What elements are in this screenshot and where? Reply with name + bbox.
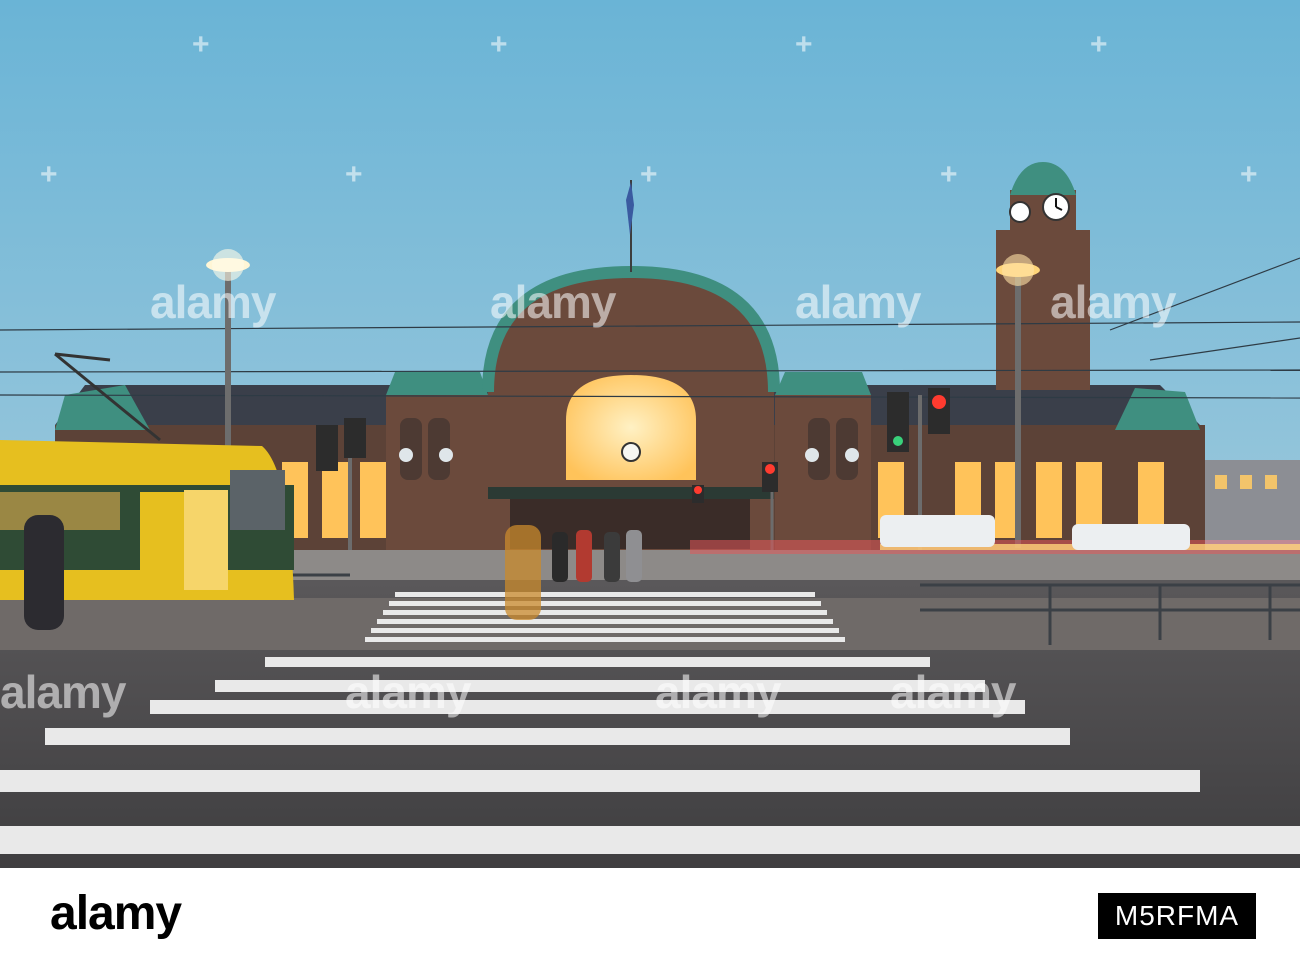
arch-clock	[621, 442, 641, 462]
distant-buildings	[1200, 460, 1300, 540]
station-photo	[0, 0, 1300, 868]
watermark-plus-icon: +	[1090, 28, 1108, 61]
footer-brand-logo: alamy	[50, 887, 182, 940]
watermark-plus-icon: +	[192, 28, 210, 61]
crosswalk-stripe	[383, 610, 827, 615]
watermark-plus-icon: +	[490, 28, 508, 61]
watermark-plus-icon: +	[40, 158, 58, 191]
tower-clock-left	[1009, 201, 1031, 223]
crosswalk-stripe	[0, 770, 1200, 792]
crosswalk-stripe	[389, 601, 821, 606]
alamy-watermark: alamy	[150, 276, 276, 328]
watermark-plus-icon: +	[940, 158, 958, 191]
crosswalk-stripe	[45, 728, 1070, 745]
watermark-plus-icon: +	[795, 28, 813, 61]
station-window	[360, 462, 386, 538]
station-window	[322, 462, 348, 538]
alamy-watermark: alamy	[345, 666, 471, 718]
crosswalk-stripe	[377, 619, 833, 624]
alamy-watermark: alamy	[490, 276, 616, 328]
entrance-canopy	[488, 487, 774, 499]
photo-scene: alamy alamy alamy alamy alamy alamy alamy alamy…	[0, 0, 1300, 956]
alamy-watermark: alamy	[890, 666, 1016, 718]
alamy-watermark: alamy	[655, 666, 781, 718]
image-code-badge: M5RFMA	[1098, 893, 1256, 939]
watermark-plus-icon: +	[1240, 158, 1258, 191]
crosswalk-stripe	[371, 628, 839, 633]
crosswalk-stripe	[215, 680, 985, 692]
station-window	[1036, 462, 1062, 538]
arch-window	[566, 375, 696, 480]
crosswalk-stripe	[365, 637, 845, 642]
alamy-watermark: alamy	[795, 276, 921, 328]
watermark-plus-icon: +	[640, 158, 658, 191]
crosswalk-stripe	[395, 592, 815, 597]
crosswalk-stripe	[0, 826, 1300, 854]
watermark-plus-icon: +	[345, 158, 363, 191]
alamy-watermark: alamy	[0, 666, 126, 718]
alamy-watermark: alamy	[1050, 276, 1176, 328]
